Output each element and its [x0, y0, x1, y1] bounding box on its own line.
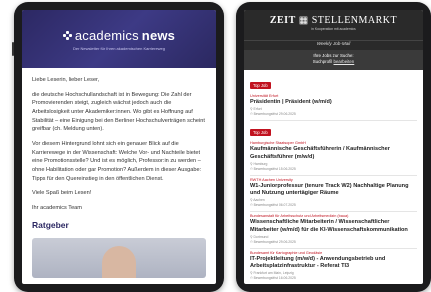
job-location: ⚲ Frankfurt am Main, Leipzig	[250, 271, 294, 276]
logo-mark-icon	[62, 30, 72, 40]
job-item[interactable]: RWTH Aachen University W1-Juniorprofessu…	[250, 176, 417, 213]
job-location: ⚲ Dortmund	[250, 234, 269, 239]
jobmail-title: ZEIT ▦ STELLENMARKT	[244, 15, 423, 26]
job-org: Bundesanstalt für Arbeitsschutz und Arbe…	[250, 214, 349, 219]
job-location: ⚲ Aachen	[250, 198, 265, 203]
jobmail-subtitle: in Kooperation mit academics	[311, 27, 356, 31]
newsletter-body: Liebe Leserin, lieber Leser, die deutsch…	[22, 68, 216, 284]
title-separator-icon: ▦	[295, 15, 312, 26]
top-job-badge: Top Job	[250, 82, 271, 89]
paragraph: Viele Spaß beim Lesen!	[32, 190, 92, 197]
title-stellenmarkt: STELLENMARKT	[311, 15, 398, 26]
paragraph: Vor diesem Hintergrund lohnt sich ein ge…	[32, 140, 202, 182]
job-deadline: ⏱ Bewerbungsfrist 16.06.2025	[250, 276, 296, 281]
brand-light: academics	[74, 27, 139, 43]
search-info: Ihre Jobs zur Suche: Suchprofil bearbeit…	[244, 50, 423, 70]
job-org: Hamburgische Staatsoper GmbH	[250, 141, 306, 146]
newsletter-screen[interactable]: academics news Der Newsletter für Ihren …	[22, 10, 216, 284]
job-deadline: ⏱ Bewerbungsfrist 06.07.2025	[250, 203, 296, 208]
jobmail-screen[interactable]: ZEIT ▦ STELLENMARKT in Kooperation mit a…	[244, 10, 423, 284]
job-org: Bundesamt für Kartographie und Geodäsie	[250, 250, 323, 255]
job-deadline: ⏱ Bewerbungsfrist 15.06.2025	[250, 166, 296, 171]
job-item[interactable]: Bundesamt für Kartographie und Geodäsie …	[250, 249, 417, 284]
tablet-right: ZEIT ▦ STELLENMARKT in Kooperation mit a…	[236, 2, 431, 292]
person-photo	[102, 245, 136, 278]
job-title[interactable]: IT-Projektleitung (m/w/d) - Anwendungsbe…	[250, 256, 417, 271]
job-list: Top Job Universität Erfurt Präsidentin |…	[244, 70, 423, 284]
search-profile-label: Suchprofil	[312, 59, 333, 65]
job-title[interactable]: Kaufmännische Geschäftsführerin / Kaufmä…	[250, 146, 417, 161]
article-image[interactable]	[32, 237, 206, 278]
job-deadline: ⏱ Bewerbungsfrist 29.06.2025	[250, 112, 296, 117]
job-title[interactable]: Wissenschaftliche Mitarbeiterin / Wissen…	[250, 219, 417, 234]
jobmail-header: ZEIT ▦ STELLENMARKT in Kooperation mit a…	[244, 10, 423, 40]
job-location: ⚲ Erfurt	[250, 107, 262, 112]
week-label: Weekly Job-Mail	[244, 40, 423, 50]
tablet-left: academics news Der Newsletter für Ihren …	[12, 2, 224, 292]
job-org: RWTH Aachen University	[250, 177, 293, 182]
job-title[interactable]: W1-Juniorprofessur (tenure Track W2) Nac…	[250, 183, 417, 198]
brand-bold: news	[141, 27, 176, 43]
paragraph: die deutsche Hochschullandschaft ist in …	[32, 91, 205, 133]
job-item[interactable]: Hamburgische Staatsoper GmbH Kaufmännisc…	[250, 139, 417, 176]
edit-profile-link[interactable]: bearbeiten	[334, 59, 355, 64]
job-title[interactable]: Präsidentin | Präsident (w/m/d)	[250, 99, 417, 106]
top-job-badge: Top Job	[250, 129, 271, 137]
job-location: ⚲ Hamburg	[250, 161, 268, 166]
newsletter-header: academics news Der Newsletter für Ihren …	[22, 10, 216, 68]
title-zeit: ZEIT	[269, 15, 296, 26]
volume-button	[12, 42, 14, 56]
stage: academics news Der Newsletter für Ihren …	[0, 0, 431, 292]
job-item[interactable]: Universität Erfurt Präsidentin | Präside…	[250, 92, 417, 122]
signature: Ihr academics Team	[32, 204, 82, 211]
newsletter-logo: academics news	[62, 27, 176, 43]
job-deadline: ⏱ Bewerbungsfrist 29.06.2025	[250, 239, 296, 244]
greeting: Liebe Leserin, lieber Leser,	[32, 77, 100, 83]
section-title: Ratgeber	[32, 219, 69, 230]
newsletter-tagline: Der Newsletter für Ihren akademischen Ka…	[72, 45, 166, 51]
job-item[interactable]: Bundesanstalt für Arbeitsschutz und Arbe…	[250, 212, 417, 249]
job-org: Universität Erfurt	[250, 94, 279, 98]
